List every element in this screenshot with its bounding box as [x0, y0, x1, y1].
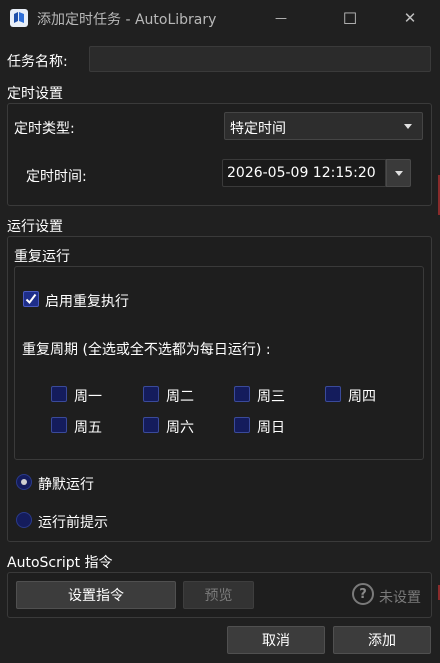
weekday-checkbox-mon[interactable]: [51, 386, 67, 402]
weekday-label-sat: 周六: [166, 420, 194, 436]
schedule-type-label: 定时类型:: [14, 121, 75, 137]
task-name-input[interactable]: [89, 46, 431, 72]
repeat-period-label: 重复周期 (全选或全不选都为每日运行) :: [22, 342, 271, 358]
schedule-type-select[interactable]: 特定时间: [224, 112, 423, 140]
help-icon[interactable]: ?: [352, 583, 374, 605]
weekday-checkbox-thu[interactable]: [325, 386, 341, 402]
chevron-down-icon: [404, 124, 412, 129]
prompt-before-run-label: 运行前提示: [38, 515, 108, 531]
run-section-title: 运行设置: [7, 219, 63, 235]
radio-selected-dot: [21, 479, 27, 485]
schedule-time-label: 定时时间:: [26, 169, 87, 185]
weekday-checkbox-wed[interactable]: [234, 386, 250, 402]
app-logo-icon: [10, 9, 28, 27]
weekday-checkbox-sat[interactable]: [143, 417, 159, 433]
enable-repeat-label: 启用重复执行: [45, 294, 129, 310]
maximize-button[interactable]: ☐: [327, 0, 373, 36]
schedule-type-value: 特定时间: [230, 121, 286, 137]
task-name-label: 任务名称:: [7, 54, 68, 70]
window-title: 添加定时任务 - AutoLibrary: [37, 12, 217, 28]
calendar-dropdown-button[interactable]: [386, 159, 411, 187]
weekday-checkbox-sun[interactable]: [234, 417, 250, 433]
weekday-label-wed: 周三: [257, 389, 285, 405]
cancel-button[interactable]: 取消: [227, 626, 325, 654]
maximize-icon: ☐: [342, 8, 358, 28]
weekday-label-thu: 周四: [348, 389, 376, 405]
set-script-button[interactable]: 设置指令: [16, 581, 176, 609]
help-glyph: ?: [359, 586, 367, 602]
weekday-label-sun: 周日: [257, 420, 285, 436]
repeat-group-title: 重复运行: [14, 249, 70, 265]
script-status: 未设置: [379, 590, 421, 606]
script-section-title: AutoScript 指令: [7, 555, 113, 571]
check-icon: [25, 293, 37, 305]
enable-repeat-checkbox[interactable]: [23, 291, 39, 307]
close-button[interactable]: ✕: [387, 0, 433, 36]
silent-run-label: 静默运行: [38, 477, 94, 493]
minimize-button[interactable]: —: [258, 0, 304, 36]
schedule-time-input[interactable]: 2026-05-09 12:15:20: [222, 159, 386, 187]
preview-button[interactable]: 预览: [183, 581, 254, 609]
weekday-label-fri: 周五: [74, 420, 102, 436]
title-bar[interactable]: 添加定时任务 - AutoLibrary — ☐ ✕: [0, 0, 440, 36]
prompt-before-run-radio[interactable]: [16, 512, 32, 528]
close-icon: ✕: [403, 9, 417, 27]
weekday-label-mon: 周一: [74, 389, 102, 405]
weekday-checkbox-fri[interactable]: [51, 417, 67, 433]
chevron-down-icon: [395, 171, 403, 176]
weekday-checkbox-tue[interactable]: [143, 386, 159, 402]
silent-run-radio[interactable]: [16, 474, 32, 490]
weekday-label-tue: 周二: [166, 389, 194, 405]
schedule-time-value: 2026-05-09 12:15:20: [227, 165, 376, 181]
minimize-icon: —: [275, 11, 287, 25]
add-button[interactable]: 添加: [333, 626, 431, 654]
schedule-section-title: 定时设置: [7, 86, 63, 102]
